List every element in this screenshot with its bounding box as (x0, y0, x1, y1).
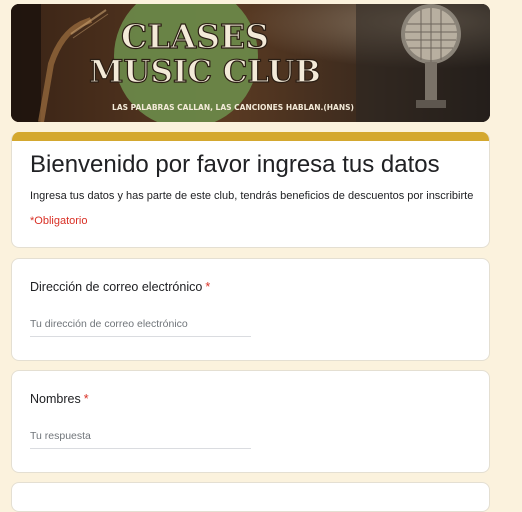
question-label: Dirección de correo electrónico * (30, 280, 210, 294)
form-header-card: Bienvenido por favor ingresa tus datos I… (11, 132, 490, 248)
question-label: Nombres * (30, 392, 89, 406)
question-card-nombres: Nombres * (11, 370, 490, 473)
form-description: Ingresa tus datos y has parte de este cl… (30, 190, 474, 202)
form-title: Bienvenido por favor ingresa tus datos (30, 151, 440, 178)
required-note: *Obligatorio (30, 215, 88, 227)
banner-title-line2: MUSIC CLUB (89, 54, 321, 90)
required-marker: * (205, 280, 211, 294)
banner-title-line1: CLASES (121, 17, 269, 56)
header-banner: CLASES MUSIC CLUB LAS PALABRAS CALLAN, L… (11, 4, 490, 122)
required-marker: * (83, 392, 89, 406)
microphone-icon (356, 4, 490, 122)
question-label-text: Dirección de correo electrónico (30, 280, 203, 294)
email-input[interactable] (30, 315, 251, 337)
header-accent-bar (12, 132, 489, 141)
banner-tagline: LAS PALABRAS CALLAN, LAS CANCIONES HABLA… (112, 103, 354, 112)
question-label-text: Nombres (30, 392, 81, 406)
question-card-email: Dirección de correo electrónico * (11, 258, 490, 361)
nombres-input[interactable] (30, 427, 251, 449)
